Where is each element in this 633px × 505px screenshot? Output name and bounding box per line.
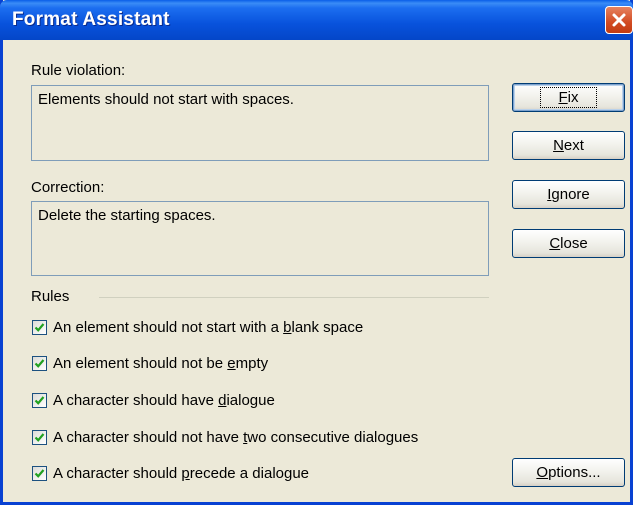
rule-label: An element should not be empty — [53, 354, 269, 372]
rule-violation-label: Rule violation: — [31, 62, 126, 79]
ignore-button-label: Ignore — [547, 186, 590, 203]
fix-button-key: F — [558, 89, 568, 106]
close-button-key: C — [549, 235, 561, 252]
correction-field: Delete the starting spaces. — [31, 201, 489, 276]
rule-item-have-dialogue[interactable]: A character should have dialogue — [32, 390, 275, 410]
rule-label: A character should precede a dialogue — [53, 464, 310, 482]
rule-checkbox[interactable] — [32, 465, 47, 481]
options-button-key: O — [536, 464, 549, 481]
window-title: Format Assistant — [12, 9, 170, 30]
close-button[interactable]: Close — [512, 229, 625, 258]
correction-label: Correction: — [31, 179, 105, 196]
rules-divider — [99, 297, 489, 298]
next-button-label: Next — [553, 137, 584, 154]
title-bar[interactable]: Format Assistant — [0, 0, 633, 40]
fix-button[interactable]: Fix — [512, 83, 625, 112]
rule-checkbox[interactable] — [32, 392, 47, 408]
rule-item-blank-space[interactable]: An element should not start with a blank… — [32, 317, 363, 337]
rules-group-label: Rules — [31, 288, 70, 305]
rule-label: A character should not have two consecut… — [53, 428, 419, 446]
check-mark-icon — [34, 395, 45, 405]
ignore-button[interactable]: Ignore — [512, 180, 625, 209]
rule-checkbox[interactable] — [32, 319, 47, 335]
format-assistant-dialog: Format Assistant Rule violation: Element… — [0, 0, 633, 505]
check-mark-icon — [34, 432, 45, 442]
close-window-button[interactable] — [605, 6, 633, 34]
rule-item-precede-dialogue[interactable]: A character should precede a dialogue — [32, 463, 309, 483]
rule-item-empty[interactable]: An element should not be empty — [32, 353, 268, 373]
rule-violation-field: Elements should not start with spaces. — [31, 85, 489, 161]
rule-checkbox[interactable] — [32, 355, 47, 371]
rule-item-consecutive-dialogues[interactable]: A character should not have two consecut… — [32, 427, 418, 447]
fix-button-label: Fix — [540, 87, 597, 108]
rule-label: An element should not start with a blank… — [53, 318, 364, 336]
next-button-key: N — [553, 137, 564, 154]
options-button-label: Options... — [536, 464, 601, 481]
rule-label: A character should have dialogue — [53, 391, 275, 409]
close-x-icon — [612, 13, 626, 27]
check-mark-icon — [34, 322, 45, 332]
next-button[interactable]: Next — [512, 131, 625, 160]
check-mark-icon — [34, 468, 45, 478]
close-button-label: Close — [549, 235, 588, 252]
options-button[interactable]: Options... — [512, 458, 625, 487]
check-mark-icon — [34, 358, 45, 368]
rule-checkbox[interactable] — [32, 429, 47, 445]
